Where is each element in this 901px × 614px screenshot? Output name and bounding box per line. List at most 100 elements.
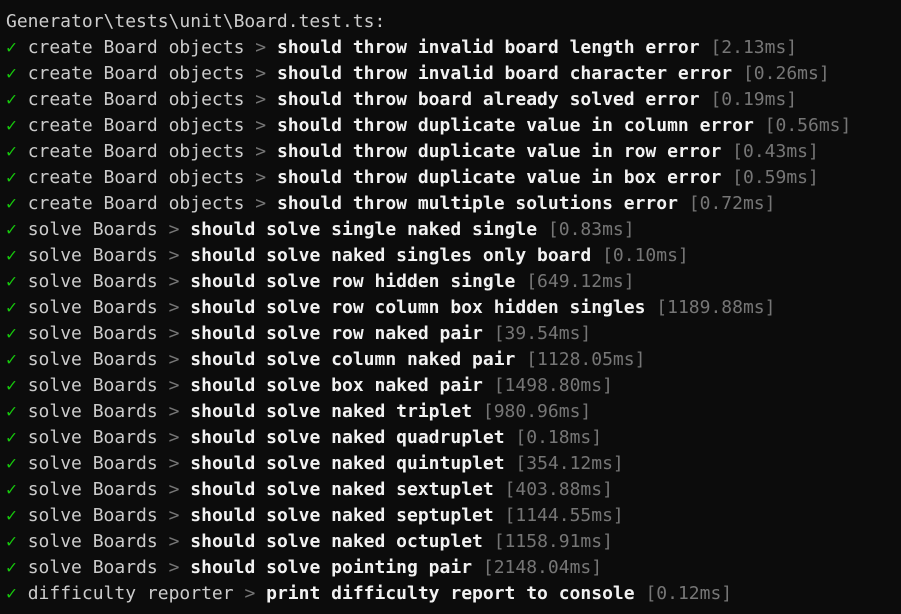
separator-chevron: >	[168, 557, 180, 578]
suite-name: create Board objects	[27, 141, 245, 162]
test-result-row: ✓ solve Boards > should solve naked quad…	[6, 425, 901, 451]
test-result-row: ✓ create Board objects > should throw in…	[6, 35, 901, 61]
separator-chevron: >	[168, 297, 180, 318]
test-name: should solve naked quadruplet	[190, 427, 505, 448]
separator-chevron: >	[255, 167, 267, 188]
test-duration: [1189.88ms]	[656, 297, 776, 318]
test-duration: [0.19ms]	[710, 89, 798, 110]
separator-chevron: >	[168, 271, 180, 292]
pass-check-icon: ✓	[6, 531, 17, 552]
suite-name: solve Boards	[27, 557, 158, 578]
suite-name: solve Boards	[27, 219, 158, 240]
test-result-row: ✓ create Board objects > should throw mu…	[6, 191, 901, 217]
pass-check-icon: ✓	[6, 167, 17, 188]
suite-name: solve Boards	[27, 453, 158, 474]
test-name: should solve single naked single	[190, 219, 538, 240]
suite-name: solve Boards	[27, 505, 158, 526]
separator-chevron: >	[168, 323, 180, 344]
test-name: should solve naked septuplet	[190, 505, 494, 526]
pass-check-icon: ✓	[6, 297, 17, 318]
pass-check-icon: ✓	[6, 349, 17, 370]
separator-chevron: >	[244, 583, 256, 604]
test-duration: [0.12ms]	[645, 583, 733, 604]
suite-name: create Board objects	[27, 63, 245, 84]
test-name: should solve row column box hidden singl…	[190, 297, 646, 318]
test-duration: [0.10ms]	[602, 245, 689, 266]
pass-check-icon: ✓	[6, 271, 17, 292]
test-duration: [0.26ms]	[742, 63, 830, 84]
separator-chevron: >	[168, 349, 180, 370]
test-name: should throw multiple solutions error	[276, 193, 678, 214]
test-name: print difficulty report to console	[266, 583, 635, 604]
separator-chevron: >	[255, 141, 267, 162]
test-file-header: Generator\tests\unit\Board.test.ts:	[6, 11, 386, 32]
suite-name: solve Boards	[27, 427, 158, 448]
test-name: should solve row hidden single	[190, 271, 516, 292]
test-result-row: ✓ create Board objects > should throw du…	[6, 113, 901, 139]
test-result-row: ✓ create Board objects > should throw du…	[6, 165, 901, 191]
suite-name: solve Boards	[27, 349, 158, 370]
pass-check-icon: ✓	[6, 37, 17, 58]
separator-chevron: >	[168, 219, 180, 240]
test-duration: [39.54ms]	[493, 323, 592, 344]
suite-name: create Board objects	[27, 115, 245, 136]
test-name: should solve row naked pair	[190, 323, 483, 344]
pass-check-icon: ✓	[6, 401, 17, 422]
test-result-row: ✓ create Board objects > should throw in…	[6, 61, 901, 87]
test-results-list: ✓ create Board objects > should throw in…	[6, 35, 901, 607]
test-name: should solve naked sextuplet	[190, 479, 494, 500]
test-duration: [2148.04ms]	[482, 557, 603, 578]
test-result-row: ✓ create Board objects > should throw bo…	[6, 87, 901, 113]
test-name: should solve naked singles only board	[190, 245, 592, 266]
suite-name: difficulty reporter	[27, 583, 234, 604]
test-duration: [980.96ms]	[482, 401, 592, 422]
test-name: should solve pointing pair	[190, 557, 473, 578]
separator-chevron: >	[255, 63, 267, 84]
test-result-row: ✓ solve Boards > should solve box naked …	[6, 373, 901, 399]
pass-check-icon: ✓	[6, 193, 17, 214]
suite-name: solve Boards	[27, 297, 158, 318]
suite-name: solve Boards	[27, 479, 158, 500]
test-duration: [403.88ms]	[504, 479, 613, 500]
test-duration: [1128.05ms]	[526, 349, 646, 370]
test-name: should throw board already solved error	[276, 89, 700, 110]
separator-chevron: >	[168, 453, 180, 474]
test-name: should solve naked quintuplet	[190, 453, 505, 474]
test-name: should throw duplicate value in box erro…	[276, 167, 722, 188]
test-duration: [0.56ms]	[764, 115, 852, 136]
suite-name: solve Boards	[27, 245, 158, 266]
test-name: should throw invalid board length error	[276, 37, 700, 58]
terminal-output[interactable]: Generator\tests\unit\Board.test.ts: ✓ cr…	[0, 0, 901, 614]
test-duration: [1498.80ms]	[493, 375, 613, 396]
suite-name: create Board objects	[27, 37, 245, 58]
test-name: should solve naked octuplet	[190, 531, 483, 552]
separator-chevron: >	[168, 427, 180, 448]
pass-check-icon: ✓	[6, 375, 17, 396]
suite-name: create Board objects	[27, 193, 245, 214]
pass-check-icon: ✓	[6, 453, 17, 474]
suite-name: solve Boards	[27, 323, 158, 344]
test-result-row: ✓ create Board objects > should throw du…	[6, 139, 901, 165]
separator-chevron: >	[168, 505, 180, 526]
separator-chevron: >	[168, 401, 180, 422]
test-name: should solve naked triplet	[190, 401, 473, 422]
pass-check-icon: ✓	[6, 219, 17, 240]
test-result-row: ✓ solve Boards > should solve row naked …	[6, 321, 901, 347]
test-name: should solve column naked pair	[190, 349, 516, 370]
test-result-row: ✓ solve Boards > should solve row hidden…	[6, 269, 901, 295]
test-duration: [0.18ms]	[515, 427, 603, 448]
test-result-row: ✓ solve Boards > should solve pointing p…	[6, 555, 901, 581]
pass-check-icon: ✓	[6, 323, 17, 344]
pass-check-icon: ✓	[6, 557, 17, 578]
pass-check-icon: ✓	[6, 63, 17, 84]
pass-check-icon: ✓	[6, 115, 17, 136]
test-duration: [1158.91ms]	[493, 531, 613, 552]
separator-chevron: >	[168, 245, 180, 266]
test-name: should throw duplicate value in column e…	[276, 115, 754, 136]
test-duration: [354.12ms]	[515, 453, 624, 474]
test-name: should solve box naked pair	[190, 375, 483, 396]
pass-check-icon: ✓	[6, 479, 17, 500]
suite-name: solve Boards	[27, 375, 158, 396]
test-duration: [0.43ms]	[732, 141, 819, 162]
pass-check-icon: ✓	[6, 141, 17, 162]
